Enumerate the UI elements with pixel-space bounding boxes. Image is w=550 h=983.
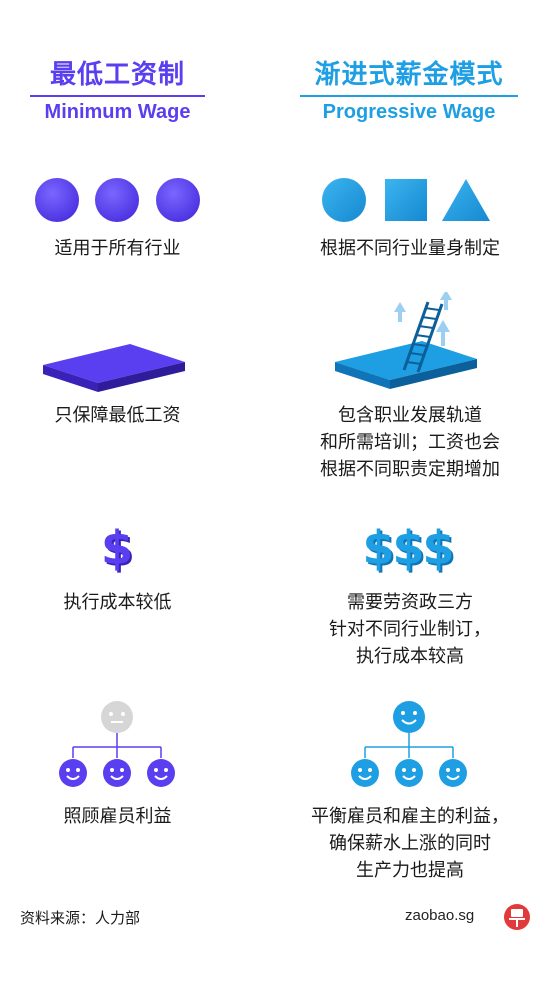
right-title-cn: 渐进式薪金模式 <box>314 60 504 90</box>
site-name: zaobao.sg <box>405 907 475 924</box>
triple-dollar-icon: $$$ <box>362 521 454 575</box>
right-row2-line3: 根据不同职责定期增加 <box>320 459 500 480</box>
left-header: 最低工资制 Minimum Wage <box>30 54 205 124</box>
smile-face-icon <box>59 759 87 787</box>
flat-platform-icon <box>43 344 185 392</box>
right-row4-line3: 生产力也提高 <box>356 860 464 881</box>
right-row3-text: 需要劳资政三方 针对不同行业制订， 执行成本较高 <box>285 589 535 670</box>
left-row2-label: 只保障最低工资 <box>54 405 181 426</box>
smile-face-icon <box>351 759 379 787</box>
left-row1-label: 适用于所有行业 <box>54 238 181 259</box>
right-row4-text: 平衡雇员和雇主的利益， 确保薪水上涨的同时 生产力也提高 <box>280 803 540 884</box>
right-row2-text: 包含职业发展轨道 和所需培训；工资也会 根据不同职责定期增加 <box>285 402 535 483</box>
right-row4-line2: 确保薪水上涨的同时 <box>329 833 491 854</box>
circle-shape-icon <box>322 178 366 222</box>
zaobao-logo-icon <box>504 904 530 930</box>
right-row3-line2: 针对不同行业制订， <box>329 619 491 640</box>
left-title-en: Minimum Wage <box>44 101 191 123</box>
three-circles-icon <box>35 178 200 222</box>
right-title-divider <box>300 95 518 97</box>
smile-face-icon <box>103 759 131 787</box>
left-row4-label: 照顾雇员利益 <box>63 806 172 827</box>
smile-face-icon <box>147 759 175 787</box>
right-row2-line1: 包含职业发展轨道 <box>338 405 482 426</box>
neutral-face-icon <box>101 701 133 733</box>
smile-face-icon <box>439 759 467 787</box>
employer-employees-purple-icon <box>59 701 175 787</box>
smile-face-icon <box>395 759 423 787</box>
left-title-divider <box>30 95 205 97</box>
shapes-icon <box>322 178 490 222</box>
left-title-cn: 最低工资制 <box>49 60 185 90</box>
dollar-sign-icon: $ <box>100 521 133 575</box>
smile-face-icon <box>393 701 425 733</box>
source-note: 资料来源：人力部 <box>20 909 141 927</box>
square-shape-icon <box>385 179 427 221</box>
right-header: 渐进式薪金模式 Progressive Wage <box>300 54 518 124</box>
right-row3-line1: 需要劳资政三方 <box>347 592 473 613</box>
left-row3-label: 执行成本较低 <box>63 592 172 613</box>
right-row1-label: 根据不同行业量身制定 <box>320 238 500 259</box>
right-title-en: Progressive Wage <box>322 101 496 123</box>
triangle-shape-icon <box>442 179 490 221</box>
ladder-platform-icon <box>335 292 477 389</box>
right-row2-line2: 和所需培训；工资也会 <box>320 432 500 453</box>
right-row3-line3: 执行成本较高 <box>356 646 464 667</box>
employer-employees-blue-icon <box>351 701 467 787</box>
right-row4-line1: 平衡雇员和雇主的利益， <box>311 806 509 827</box>
